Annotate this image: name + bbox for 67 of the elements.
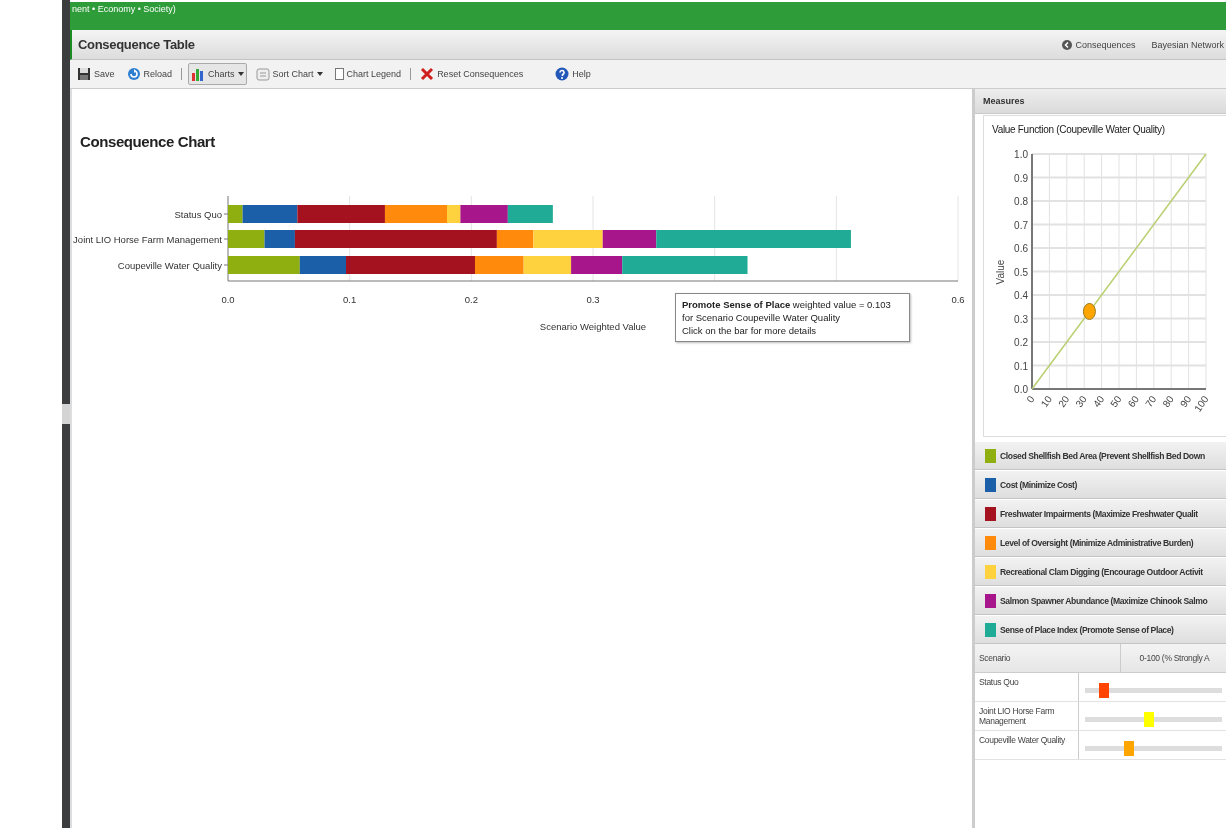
tick-label: 0.6 <box>1014 243 1028 254</box>
tick-label: 80 <box>1160 393 1176 410</box>
toolbar-button[interactable]: Reset Consequences <box>417 63 527 85</box>
tick-label: 1.0 <box>1014 149 1028 160</box>
nav-link[interactable]: Bayesian Network <box>1151 39 1224 50</box>
tick-label: 0.1 <box>343 294 357 305</box>
category-label: Joint LIO Horse Farm Management <box>73 234 222 245</box>
tick-label: 50 <box>1108 393 1124 410</box>
measure-label: Closed Shellfish Bed Area (Prevent Shellfish Bed Down <box>1000 450 1205 461</box>
tick-label: 10 <box>1038 393 1055 410</box>
toolbar-button[interactable]: Help <box>552 63 594 85</box>
tick-label: 0.4 <box>1014 290 1028 301</box>
measure-label: Cost (Minimize Cost) <box>1000 479 1077 490</box>
category-label: Status Quo <box>174 209 222 220</box>
tooltip-note: Click on the bar for more details <box>682 324 818 337</box>
toolbar-button[interactable]: Save <box>74 63 118 85</box>
chart-title: Consequence Chart <box>79 133 216 152</box>
measure-item[interactable]: Level of Oversight (Minimize Administrative Burden) <box>975 528 1226 557</box>
column-header: Scenario <box>975 644 1121 672</box>
table-cell: Status Quo <box>975 673 1079 701</box>
table-cell: Coupeville Water Quality <box>975 731 1079 759</box>
measure-label: Recreational Clam Digging (Encourage Outdoor Activit <box>1000 566 1203 577</box>
tick-label: 0.3 <box>586 294 600 305</box>
panel-header: Measures <box>975 89 1226 114</box>
table-cell: Joint LIO Horse Farm Management <box>975 702 1079 730</box>
measure-item[interactable]: Freshwater Impairments (Maximize Freshwater Qualit <box>975 499 1226 528</box>
tick-label: 40 <box>1090 393 1107 410</box>
tick-label: 0.0 <box>221 294 235 305</box>
tick-label: 0.9 <box>1014 172 1028 184</box>
toolbar-button[interactable]: Reload <box>123 63 176 85</box>
tick-label: 0.2 <box>464 294 478 305</box>
tick-label: 0.8 <box>1014 196 1028 207</box>
chart-title: Value Function (Coupeville Water Quality) <box>991 123 1166 137</box>
nav-link[interactable]: Consequences <box>1062 39 1136 50</box>
tick-label: 90 <box>1177 393 1194 410</box>
column-header: 0-100 (% Strongly A <box>1138 652 1211 665</box>
measure-label: Sense of Place Index (Promote Sense of Place) <box>1000 624 1174 635</box>
tick-label: 0.1 <box>1014 360 1028 372</box>
measure-item[interactable]: Closed Shellfish Bed Area (Prevent Shellfish Bed Down <box>975 441 1226 470</box>
measure-label: Freshwater Impairments (Maximize Freshwater Qualit <box>1000 508 1198 519</box>
category-label: Coupeville Water Quality <box>117 260 222 271</box>
axis-title: Value <box>995 259 1006 285</box>
tick-label: 0 <box>1024 393 1037 405</box>
panel-title: Consequence Table <box>78 37 195 52</box>
tick-label: 30 <box>1073 393 1089 410</box>
tick-label: 100 <box>1192 393 1211 414</box>
measure-label: Level of Oversight (Minimize Administrative Burden) <box>1000 537 1194 548</box>
breadcrumb-text: nent • Economy • Society) <box>71 3 177 16</box>
measure-item[interactable]: Recreational Clam Digging (Encourage Outdoor Activit <box>975 557 1226 586</box>
tick-label: 0.5 <box>1014 266 1028 278</box>
tick-label: 60 <box>1125 393 1142 410</box>
tick-label: 20 <box>1056 393 1072 410</box>
menu-button[interactable]: Sort Chart <box>252 63 326 85</box>
tick-label: 0.2 <box>1014 337 1028 348</box>
tick-label: 70 <box>1143 393 1159 410</box>
tick-label: 0.0 <box>1014 384 1028 395</box>
measure-item[interactable]: Salmon Spawner Abundance (Maximize Chinook Salmo <box>975 586 1226 615</box>
tick-label: 0.3 <box>1014 313 1028 325</box>
measure-label: Salmon Spawner Abundance (Maximize Chinook Salmo <box>1000 595 1208 606</box>
tooltip-text: Promote Sense of Place weighted value = 0.103 for Scenario Coupeville Water Quality <box>682 298 892 324</box>
menu-button[interactable]: Charts <box>188 63 247 85</box>
measure-item[interactable]: Sense of Place Index (Promote Sense of Place) <box>975 615 1226 644</box>
measure-item[interactable]: Cost (Minimize Cost) <box>975 470 1226 499</box>
tick-label: 0.6 <box>951 294 965 305</box>
tick-label: 0.7 <box>1014 219 1028 231</box>
axis-title: Scenario Weighted Value <box>539 321 647 332</box>
legend-checkbox[interactable]: Chart Legend <box>331 63 405 85</box>
